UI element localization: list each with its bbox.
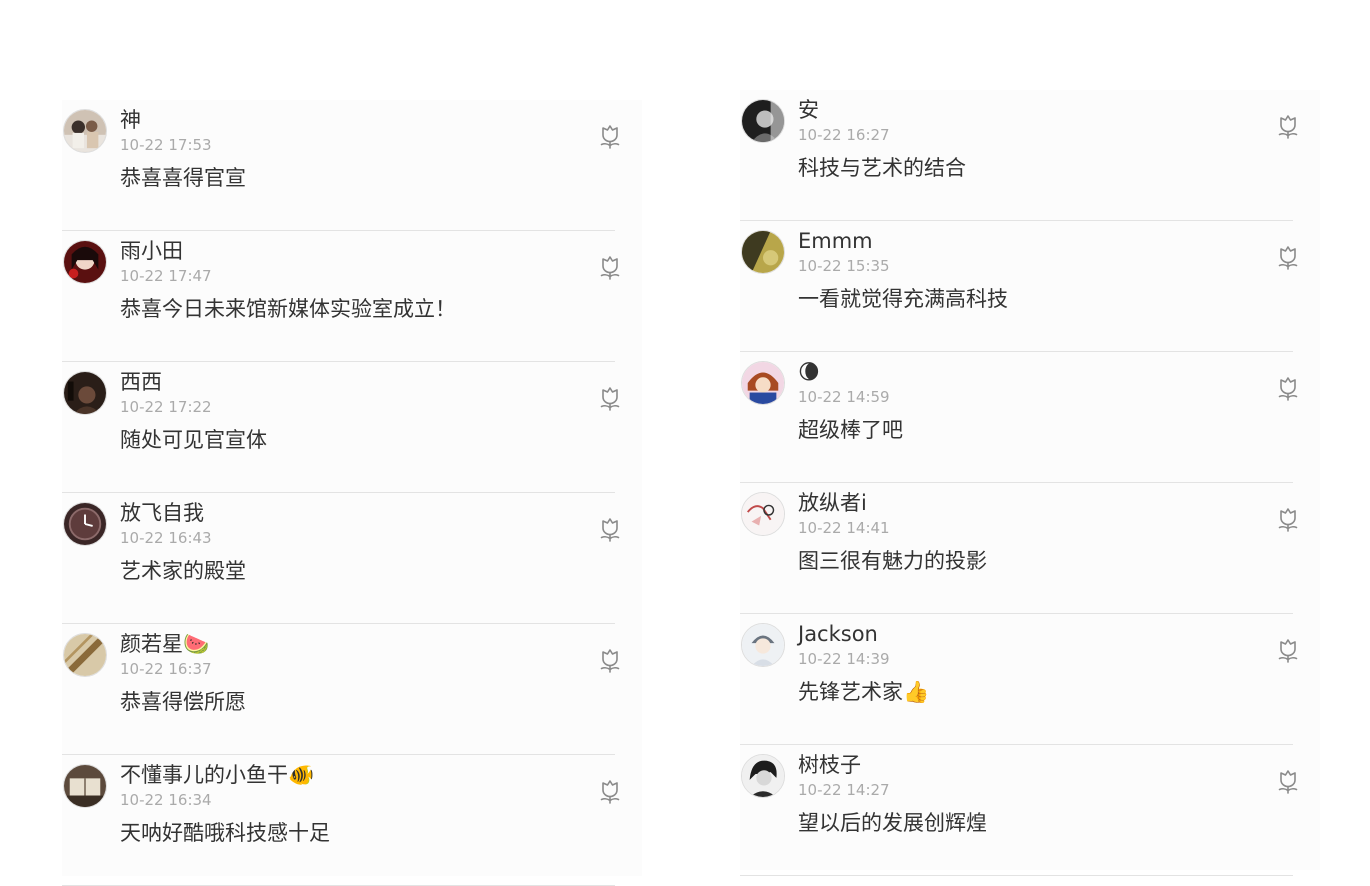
- comment-text: 科技与艺术的结合: [798, 156, 966, 180]
- flower-like-icon[interactable]: [1275, 243, 1301, 271]
- comment-item: Emmm 10-22 15:35 一看就觉得充满高科技: [740, 221, 1298, 352]
- comment-author: 不懂事儿的小鱼干🐠: [120, 763, 315, 787]
- avatar[interactable]: [63, 109, 107, 153]
- comment-time: 10-22 14:27: [798, 781, 890, 799]
- comment-item: 放飞自我 10-22 16:43 艺术家的殿堂: [62, 493, 620, 624]
- comment-text: 恭喜喜得官宣: [120, 166, 246, 190]
- comment-author: 🌘: [798, 360, 820, 384]
- comment-time: 10-22 14:39: [798, 650, 890, 668]
- comment-item: 放纵者i 10-22 14:41 图三很有魅力的投影: [740, 483, 1298, 614]
- comment-text: 恭喜今日未来馆新媒体实验室成立！: [120, 297, 456, 321]
- avatar[interactable]: [741, 754, 785, 798]
- comment-author: 神: [120, 108, 141, 132]
- avatar[interactable]: [63, 764, 107, 808]
- comment-author: 颜若星🍉: [120, 632, 210, 656]
- avatar[interactable]: [63, 240, 107, 284]
- avatar[interactable]: [741, 492, 785, 536]
- flower-like-icon[interactable]: [1275, 636, 1301, 664]
- flower-like-icon[interactable]: [1275, 767, 1301, 795]
- comment-text: 随处可见官宣体: [120, 428, 267, 452]
- comment-time: 10-22 17:53: [120, 136, 212, 154]
- comment-time: 10-22 15:35: [798, 257, 890, 275]
- comment-author: Jackson: [798, 622, 878, 646]
- avatar[interactable]: [741, 230, 785, 274]
- comment-text: 天呐好酷哦科技感十足: [120, 821, 330, 845]
- comment-author: 西西: [120, 370, 162, 394]
- flower-like-icon[interactable]: [1275, 112, 1301, 140]
- comment-text: 望以后的发展创辉煌: [798, 811, 987, 835]
- flower-like-icon[interactable]: [597, 122, 623, 150]
- flower-like-icon[interactable]: [1275, 505, 1301, 533]
- comment-time: 10-22 16:34: [120, 791, 212, 809]
- comment-author: 放纵者i: [798, 491, 867, 515]
- flower-like-icon[interactable]: [597, 253, 623, 281]
- comment-time: 10-22 16:43: [120, 529, 212, 547]
- avatar[interactable]: [63, 633, 107, 677]
- comment-author: 放飞自我: [120, 501, 204, 525]
- avatar[interactable]: [741, 361, 785, 405]
- comment-author: 树枝子: [798, 753, 861, 777]
- flower-like-icon[interactable]: [597, 646, 623, 674]
- flower-like-icon[interactable]: [1275, 374, 1301, 402]
- comment-item: 不懂事儿的小鱼干🐠 10-22 16:34 天呐好酷哦科技感十足: [62, 755, 620, 886]
- comment-text: 超级棒了吧: [798, 418, 903, 442]
- avatar[interactable]: [741, 99, 785, 143]
- comment-item: 雨小田 10-22 17:47 恭喜今日未来馆新媒体实验室成立！: [62, 231, 620, 362]
- flower-like-icon[interactable]: [597, 515, 623, 543]
- comment-item: 神 10-22 17:53 恭喜喜得官宣: [62, 100, 620, 231]
- comment-author: 雨小田: [120, 239, 183, 263]
- comment-item: 树枝子 10-22 14:27 望以后的发展创辉煌: [740, 745, 1298, 876]
- avatar[interactable]: [63, 371, 107, 415]
- comment-time: 10-22 14:41: [798, 519, 890, 537]
- comment-item: 安 10-22 16:27 科技与艺术的结合: [740, 90, 1298, 221]
- flower-like-icon[interactable]: [597, 384, 623, 412]
- comment-text: 图三很有魅力的投影: [798, 549, 987, 573]
- comment-time: 10-22 17:22: [120, 398, 212, 416]
- comment-time: 10-22 16:37: [120, 660, 212, 678]
- avatar[interactable]: [63, 502, 107, 546]
- comment-item: Jackson 10-22 14:39 先锋艺术家👍: [740, 614, 1298, 745]
- comment-list-right: 安 10-22 16:27 科技与艺术的结合 Emmm 10-22 15:35 …: [740, 90, 1320, 876]
- comment-time: 10-22 14:59: [798, 388, 890, 406]
- comment-text: 艺术家的殿堂: [120, 559, 246, 583]
- comment-item: 西西 10-22 17:22 随处可见官宣体: [62, 362, 620, 493]
- avatar[interactable]: [741, 623, 785, 667]
- comment-text: 先锋艺术家👍: [798, 680, 930, 704]
- comment-item: 颜若星🍉 10-22 16:37 恭喜得偿所愿: [62, 624, 620, 755]
- comment-item: 🌘 10-22 14:59 超级棒了吧: [740, 352, 1298, 483]
- comment-time: 10-22 16:27: [798, 126, 890, 144]
- comment-text: 一看就觉得充满高科技: [798, 287, 1008, 311]
- comment-author: Emmm: [798, 229, 873, 253]
- comment-author: 安: [798, 98, 819, 122]
- comment-list-left: 神 10-22 17:53 恭喜喜得官宣 雨小田 10-22 17:47 恭喜今…: [62, 100, 642, 886]
- comment-text: 恭喜得偿所愿: [120, 690, 246, 714]
- comment-time: 10-22 17:47: [120, 267, 212, 285]
- flower-like-icon[interactable]: [597, 777, 623, 805]
